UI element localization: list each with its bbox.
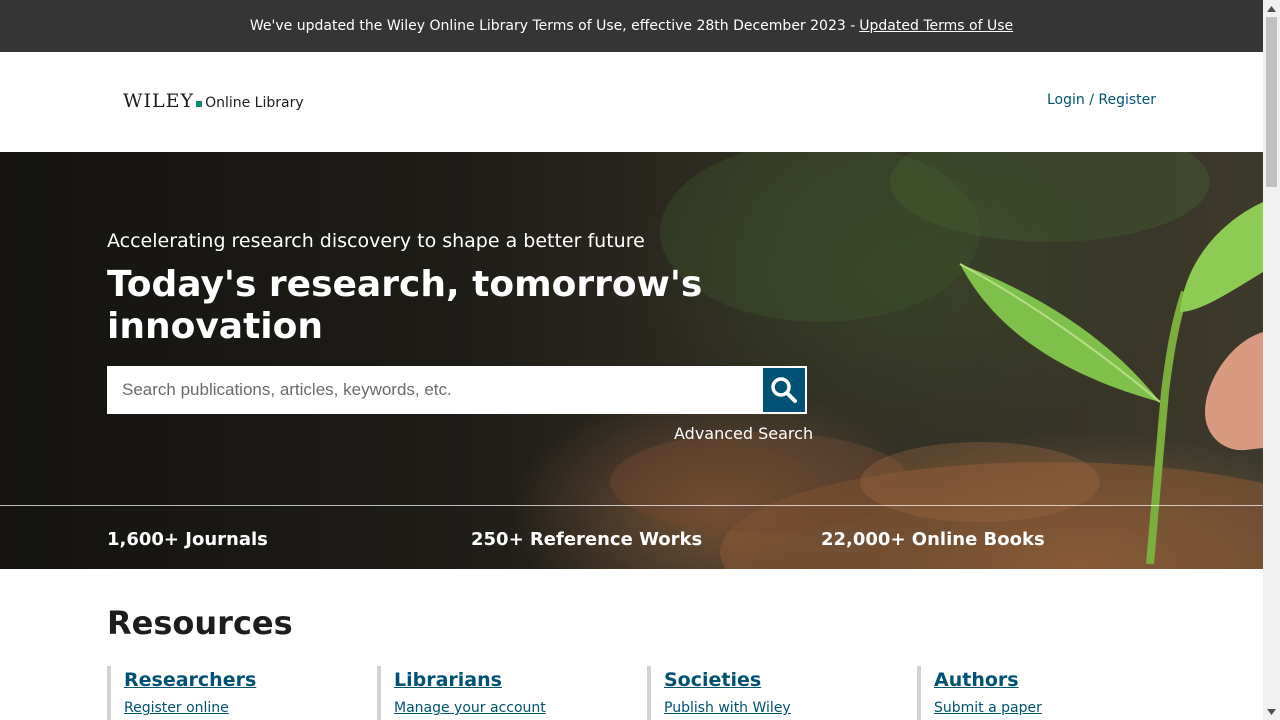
- search-button[interactable]: [761, 366, 807, 414]
- hero-divider: [0, 505, 1263, 506]
- hero-banner: Accelerating research discovery to shape…: [0, 152, 1263, 569]
- search-bar: [107, 366, 807, 414]
- resource-column-authors: Authors Submit a paper: [917, 666, 1167, 720]
- submit-paper-link[interactable]: Submit a paper: [934, 700, 1167, 716]
- site-header: WILEY Online Library Login / Register: [0, 52, 1263, 152]
- hero-tagline: Accelerating research discovery to shape…: [107, 230, 645, 252]
- resource-column-societies: Societies Publish with Wiley: [647, 666, 897, 720]
- logo-product: Online Library: [205, 95, 304, 111]
- publish-with-wiley-link[interactable]: Publish with Wiley: [664, 700, 897, 716]
- notice-text: We've updated the Wiley Online Library T…: [249, 18, 856, 34]
- page-scrollbar[interactable]: [1263, 0, 1280, 720]
- scroll-up-arrow-icon[interactable]: [1263, 0, 1280, 17]
- advanced-search-link[interactable]: Advanced Search: [674, 424, 813, 443]
- search-icon: [771, 377, 797, 403]
- seedling-background-image: [610, 152, 1263, 569]
- librarians-heading[interactable]: Librarians: [394, 669, 627, 691]
- societies-heading[interactable]: Societies: [664, 669, 897, 691]
- logo-brand: WILEY: [123, 90, 195, 112]
- search-input[interactable]: [107, 366, 761, 414]
- authors-heading[interactable]: Authors: [934, 669, 1167, 691]
- stat-journals[interactable]: 1,600+ Journals: [107, 529, 268, 550]
- register-online-link[interactable]: Register online: [124, 700, 357, 716]
- login-register-link[interactable]: Login / Register: [1047, 92, 1156, 108]
- hero-headline: Today's research, tomorrow's innovation: [107, 264, 703, 347]
- updated-terms-link[interactable]: Updated Terms of Use: [859, 18, 1013, 34]
- terms-notice-bar: We've updated the Wiley Online Library T…: [0, 0, 1263, 52]
- page: We've updated the Wiley Online Library T…: [0, 0, 1263, 720]
- resources-title: Resources: [107, 604, 293, 642]
- stat-online-books[interactable]: 22,000+ Online Books: [821, 529, 1045, 550]
- manage-account-link[interactable]: Manage your account: [394, 700, 627, 716]
- resource-column-librarians: Librarians Manage your account: [377, 666, 627, 720]
- scroll-down-arrow-icon[interactable]: [1263, 703, 1280, 720]
- resource-column-researchers: Researchers Register online: [107, 666, 357, 720]
- scrollbar-thumb[interactable]: [1266, 17, 1277, 187]
- researchers-heading[interactable]: Researchers: [124, 669, 357, 691]
- wiley-logo[interactable]: WILEY Online Library: [123, 90, 304, 112]
- stat-reference-works[interactable]: 250+ Reference Works: [471, 529, 702, 550]
- logo-dot-icon: [196, 101, 203, 107]
